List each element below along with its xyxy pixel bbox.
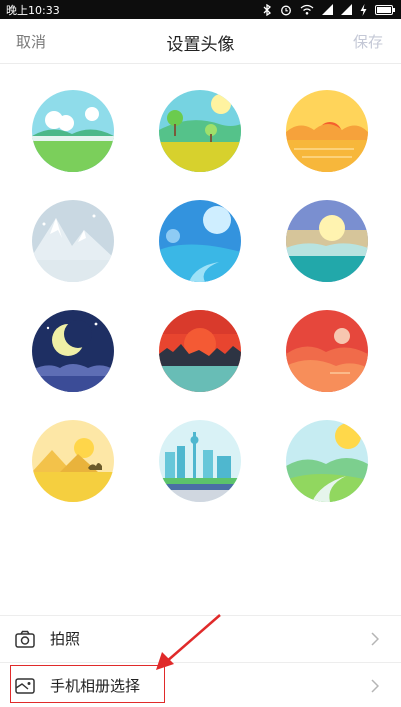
navigation-bar: 取消 设置头像 保存: [0, 19, 401, 64]
status-time: 晚上10:33: [6, 4, 60, 17]
page-title: 设置头像: [166, 35, 235, 55]
avatar-yellow-field-with-trees[interactable]: [159, 90, 241, 172]
avatar-desert-with-camel[interactable]: [32, 420, 114, 502]
avatar-orange-sunset-hills[interactable]: [286, 90, 368, 172]
take-photo-label: 拍照: [50, 630, 81, 648]
battery-icon: [375, 4, 395, 15]
avatar-red-sunset-hills[interactable]: [286, 310, 368, 392]
avatar-red-sunset-lake[interactable]: [159, 310, 241, 392]
set-avatar-screen: 晚上10:33 取消 设置头像 保存 拍照 手机相册选择: [0, 0, 401, 707]
alarm-icon: [281, 5, 291, 15]
status-bar: 晚上10:33: [0, 0, 401, 19]
avatar-green-meadow-day[interactable]: [32, 90, 114, 172]
avatar-blue-moon-river[interactable]: [159, 200, 241, 282]
chevron-right-icon: [371, 632, 379, 646]
avatar-city-skyline[interactable]: [159, 420, 241, 502]
signal-icon: [341, 4, 352, 15]
bluetooth-icon: [263, 3, 272, 16]
annotation-arrow-icon: [156, 614, 221, 670]
avatar-green-valley-sun[interactable]: [286, 420, 368, 502]
save-button[interactable]: 保存: [353, 31, 383, 52]
chevron-right-icon: [371, 679, 379, 693]
camera-icon: [15, 630, 35, 648]
avatar-snowy-mountains[interactable]: [32, 200, 114, 282]
wifi-icon: [300, 4, 314, 15]
avatar-lake-at-dusk[interactable]: [286, 200, 368, 282]
annotation-highlight-box: [10, 665, 165, 703]
signal-icon: [322, 4, 333, 15]
status-icons: [262, 2, 395, 17]
avatar-crescent-moon-night[interactable]: [32, 310, 114, 392]
charging-icon: [360, 3, 367, 16]
